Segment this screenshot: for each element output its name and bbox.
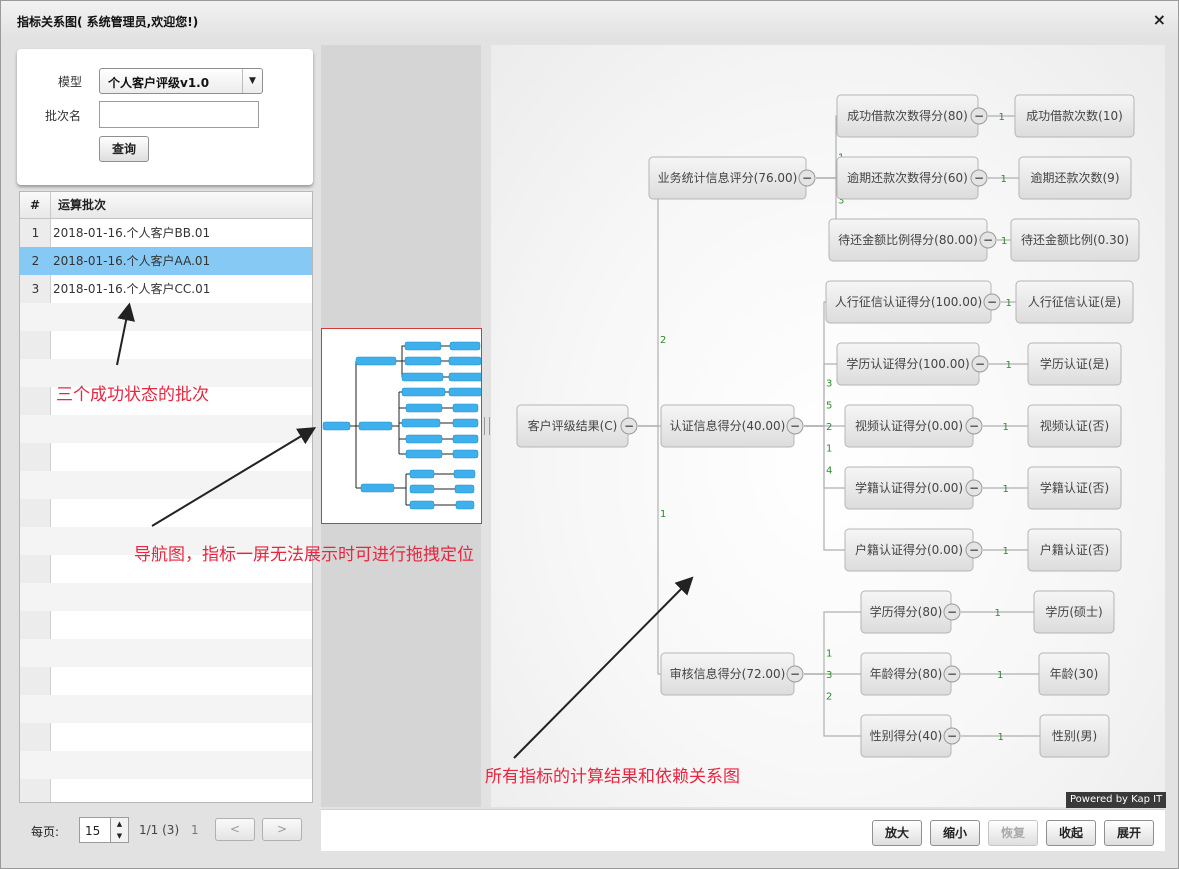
dialog-window: 指标关系图( 系统管理员,欢迎您!) × 模型 个人客户评级v1.0 ▼ 批次名… — [0, 0, 1179, 869]
annotation-batches: 三个成功状态的批次 — [56, 385, 209, 405]
annotation-navigator: 导航图，指标一屏无法展示时可进行拖拽定位 — [134, 545, 474, 565]
arrow-to-graph — [513, 576, 694, 759]
arrow-to-batches — [116, 302, 135, 366]
arrow-to-navigator — [151, 427, 317, 527]
annotation-graph: 所有指标的计算结果和依赖关系图 — [485, 767, 740, 787]
annotation-arrows — [116, 302, 694, 759]
